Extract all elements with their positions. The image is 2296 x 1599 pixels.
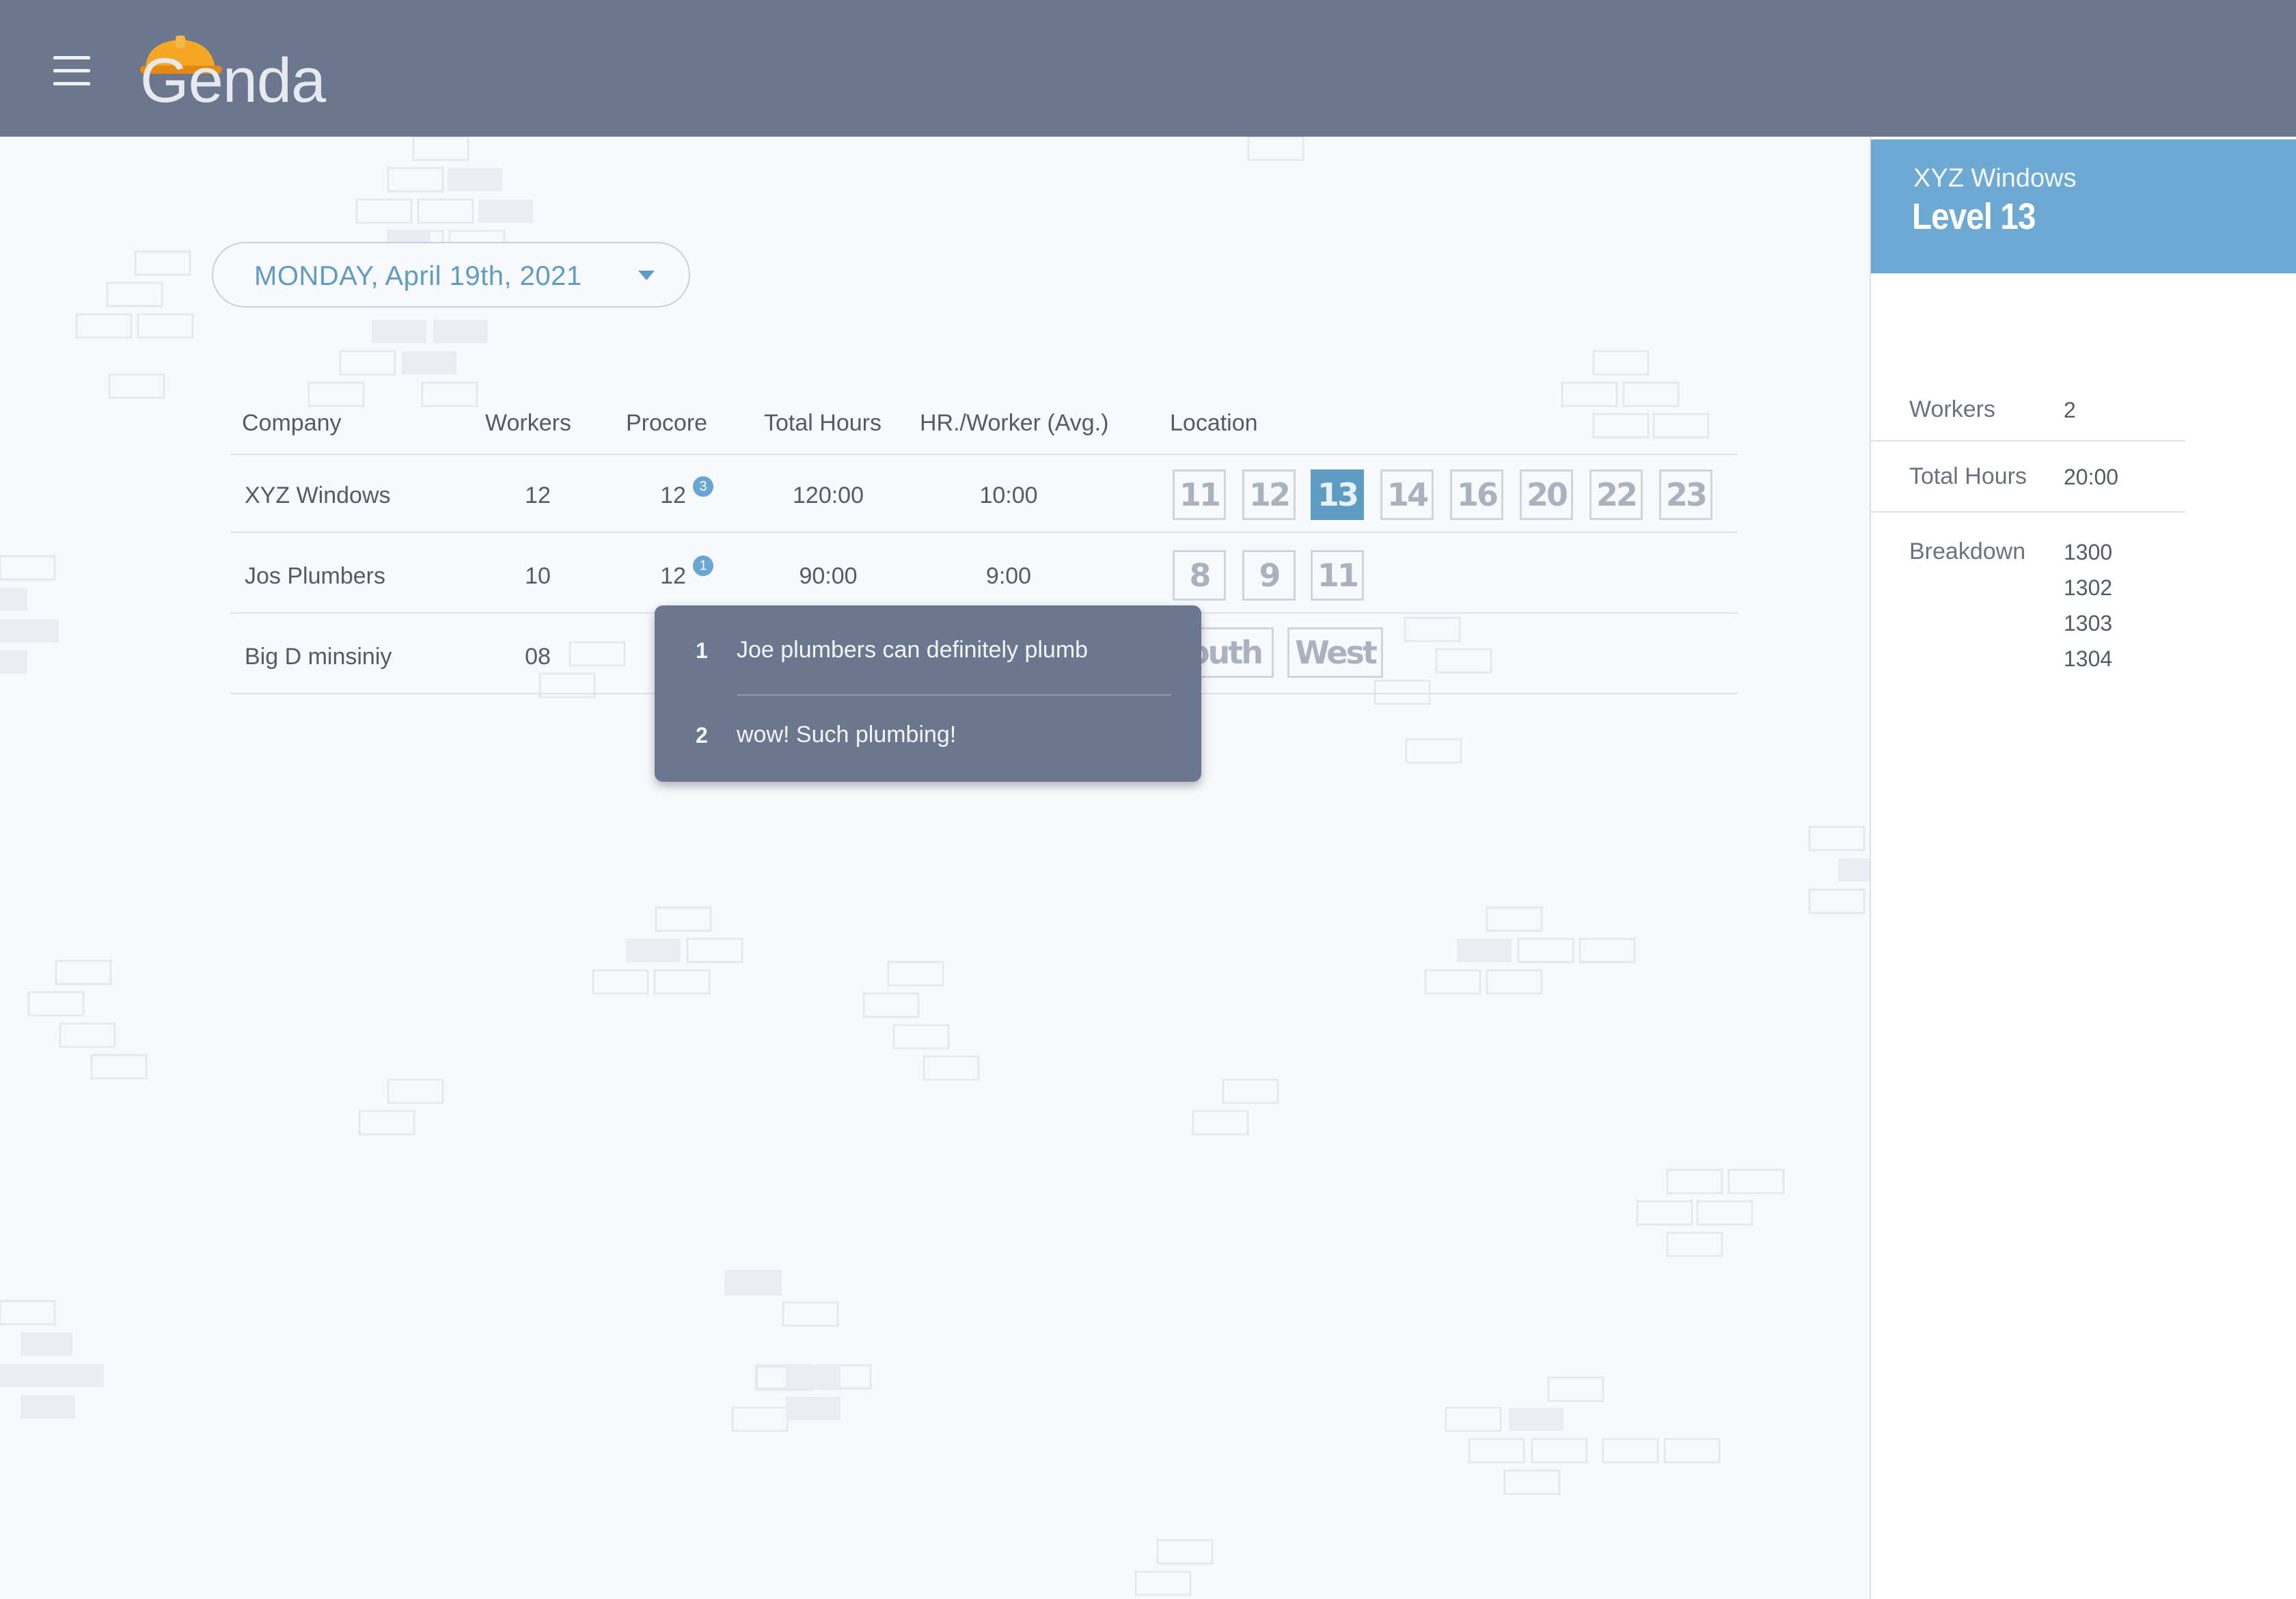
breakdown-label: Breakdown [1909,538,2026,564]
panel-divider [1871,511,2185,512]
breakdown-item: 1300 [2064,540,2113,564]
company-name: Big D minsiniy [245,644,392,670]
date-picker[interactable]: MONDAY, April 19th, 2021 [212,242,690,308]
caret-down-icon[interactable] [638,271,655,280]
total-hours: 90:00 [799,563,858,589]
logo-letter: G [140,46,189,115]
column-header-total-hours[interactable]: Total Hours [764,410,882,437]
table-divider [230,454,1738,455]
location-chip[interactable]: 11 [1311,550,1364,601]
location-chip[interactable]: 9 [1242,550,1296,601]
workers-count: 08 [525,644,551,670]
location-chip-selected[interactable]: 13 [1311,469,1364,520]
column-header-hr-per-worker[interactable]: HR./Worker (Avg.) [920,410,1108,437]
location-chip[interactable]: 23 [1659,469,1712,520]
procore-notes-badge[interactable]: 3 [693,476,713,497]
popup-divider [737,694,1171,696]
note-text: wow! Such plumbing! [737,722,957,748]
workers-value: 2 [2064,398,2076,422]
total-hours: 120:00 [793,482,864,508]
date-picker-label: MONDAY, April 19th, 2021 [254,261,582,291]
breakdown-item: 1302 [2064,575,2113,600]
company-name: XYZ Windows [245,482,391,508]
workers-label: Workers [1909,396,1995,422]
note-number: 1 [696,638,708,663]
background-brick-pattern [0,137,1870,1596]
procore-notes-popup: 1 Joe plumbers can definitely plumb 2 wo… [655,605,1201,782]
location-chip[interactable]: 22 [1589,469,1643,520]
location-chip[interactable]: West [1287,627,1383,678]
app-name: enda [188,46,327,115]
column-header-location[interactable]: Location [1170,410,1258,437]
column-header-procore[interactable]: Procore [626,410,707,437]
breakdown-item: 1303 [2064,611,2113,636]
detail-panel: XYZ Windows Level 13 Workers 2 Total Hou… [1870,137,2296,1599]
note-number: 2 [696,723,708,748]
avg-hours-per-worker: 9:00 [985,563,1032,589]
location-chip[interactable]: 11 [1173,469,1226,520]
total-hours-label: Total Hours [1909,463,2027,489]
top-app-bar: Genda [0,0,2296,137]
avg-hours-per-worker: 10:00 [979,482,1038,508]
location-chip[interactable]: 8 [1173,550,1226,601]
column-header-company[interactable]: Company [242,410,342,437]
app-logo[interactable]: Genda [140,34,345,115]
detail-panel-header: XYZ Windows Level 13 [1871,139,2296,273]
location-chip[interactable]: 14 [1380,469,1434,520]
total-hours-value: 20:00 [2064,465,2119,489]
hamburger-icon[interactable] [53,56,90,86]
panel-divider [1871,440,2185,441]
location-chip[interactable]: 20 [1520,469,1573,520]
note-text: Joe plumbers can definitely plumb [737,637,1089,663]
detail-company-name: XYZ Windows [1913,164,2077,193]
company-name: Jos Plumbers [245,563,385,589]
location-chip[interactable]: 12 [1242,469,1296,520]
workers-count: 10 [525,563,551,589]
procore-notes-badge[interactable]: 1 [693,556,713,576]
detail-level-title: Level 13 [1912,196,2036,237]
column-header-workers[interactable]: Workers [485,410,571,437]
workers-count: 12 [525,482,551,508]
table-divider [230,532,1738,533]
breakdown-item: 1304 [2064,646,2113,671]
location-chip[interactable]: 16 [1450,469,1503,520]
